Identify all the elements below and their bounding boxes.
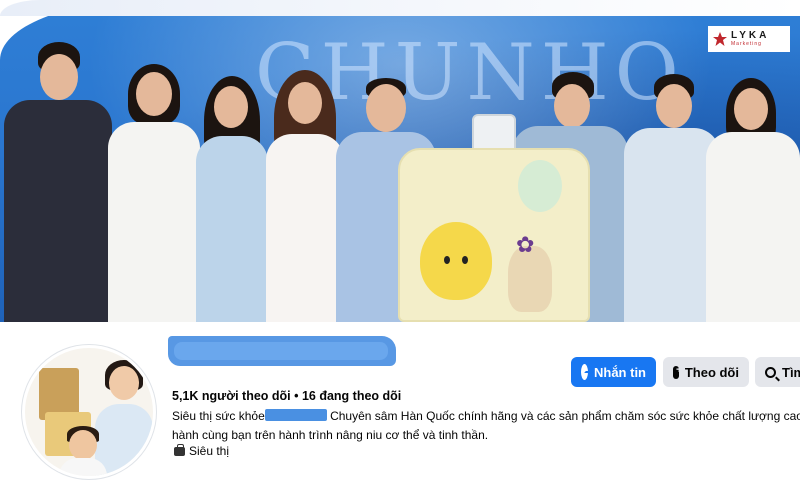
bio-text-part2: Chuyên sâm Hàn Quốc chính hãng và các sả… <box>326 409 800 423</box>
avatar-boy-body <box>59 458 107 476</box>
bio-line-1: Siêu thị sức khỏe Chuyên sâm Hàn Quốc ch… <box>172 407 800 426</box>
watermark-logo: LYKA Marketing <box>708 26 790 52</box>
profile-avatar[interactable] <box>22 345 156 479</box>
watermark-name: LYKA <box>731 30 770 41</box>
messenger-icon <box>581 364 588 380</box>
bio-redaction <box>264 409 327 421</box>
cover-top-edge <box>0 0 800 16</box>
message-button[interactable]: Nhắn tin <box>571 357 656 387</box>
person-silhouette <box>192 76 272 322</box>
watermark-sub: Marketing <box>731 41 762 47</box>
avatar-boy-head <box>69 430 97 460</box>
follower-stats[interactable]: 5,1K người theo dõi • 16 đang theo dõi <box>172 389 401 403</box>
avatar-woman-head <box>109 366 139 400</box>
search-button-label: Tìm <box>782 364 800 380</box>
person-silhouette <box>108 64 200 322</box>
follow-button[interactable]: Theo dõi <box>663 357 749 387</box>
briefcase-icon <box>174 443 185 456</box>
follow-icon <box>673 364 682 379</box>
message-button-label: Nhắn tin <box>594 364 646 380</box>
page-name-redacted <box>168 336 396 366</box>
cover-photo[interactable]: CHUNHO ✿ <box>0 0 800 322</box>
bio-text-part1: Siêu thị sức khỏe <box>172 409 265 423</box>
flower-icon: ✿ <box>516 232 535 257</box>
category-label: Siêu thị <box>189 444 230 458</box>
star-logo-icon <box>713 32 727 46</box>
search-button[interactable]: Tìm <box>755 357 800 387</box>
product-badge <box>518 160 562 212</box>
page-category: Siêu thị <box>174 443 230 458</box>
bio-line-2: hành cùng bạn trên hành trình nâng niu c… <box>172 428 489 442</box>
follow-button-label: Theo dõi <box>684 364 739 380</box>
product-pouch <box>398 148 590 322</box>
pear-mascot <box>420 222 492 300</box>
search-icon <box>765 366 776 378</box>
person-silhouette <box>4 42 112 322</box>
page-bio: Siêu thị sức khỏe Chuyên sâm Hàn Quốc ch… <box>172 407 800 445</box>
person-silhouette <box>706 78 800 322</box>
